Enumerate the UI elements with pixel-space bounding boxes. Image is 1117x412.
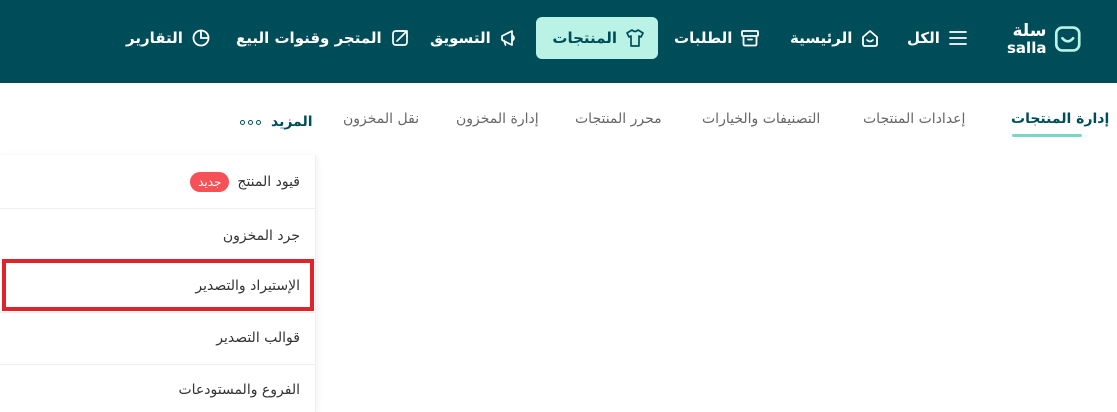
menu-item-branches-warehouses[interactable]: الفروع والمستودعات <box>0 363 316 412</box>
nav-marketing[interactable]: التسويق <box>430 18 520 58</box>
more-dropdown-menu: قيود المنتج جديد جرد المخزون الإستيراد و… <box>0 155 316 412</box>
salla-logo[interactable]: سلة salla <box>1007 17 1082 61</box>
nav-home[interactable]: الرئيسية <box>790 18 881 58</box>
tab-more-label: المزيد <box>271 114 313 130</box>
home-icon <box>862 30 879 47</box>
nav-products-label: المنتجات <box>552 29 617 47</box>
menu-item-inventory-count[interactable]: جرد المخزون <box>0 209 316 263</box>
nav-all-label: الكل <box>907 29 940 47</box>
tab-more[interactable]: المزيد <box>240 111 313 133</box>
nav-store-channels[interactable]: المتجر وقنوات البيع <box>236 18 411 58</box>
pie-chart-icon <box>192 29 210 47</box>
nav-orders-label: الطلبات <box>674 29 733 47</box>
tab-inventory-transfer[interactable]: نقل المخزون <box>343 111 419 137</box>
menu-item-product-restrictions-label: قيود المنتج <box>237 173 300 190</box>
archive-box-icon <box>741 30 760 47</box>
salla-bag-icon <box>1055 26 1082 52</box>
logo-arabic-text: سلة <box>1012 20 1047 41</box>
store-channels-icon <box>391 30 408 46</box>
menu-item-import-export-label: الإستيراد والتصدير <box>195 277 300 294</box>
active-tab-indicator <box>1012 134 1082 137</box>
tshirt-icon <box>626 29 644 47</box>
logo-english-text: salla <box>1007 38 1047 57</box>
menu-item-branches-warehouses-label: الفروع والمستودعات <box>178 382 300 398</box>
menu-item-inventory-count-label: جرد المخزون <box>222 227 300 244</box>
tab-inventory-management[interactable]: إدارة المخزون <box>456 111 539 137</box>
new-badge: جديد <box>190 171 230 192</box>
nav-store-channels-label: المتجر وقنوات البيع <box>236 29 382 47</box>
logo-text: سلة salla <box>1007 20 1047 57</box>
menu-item-export-templates-label: قوالب التصدير <box>216 329 300 346</box>
nav-marketing-label: التسويق <box>430 29 491 47</box>
nav-all[interactable]: الكل <box>907 18 969 58</box>
tab-product-settings[interactable]: إعدادات المنتجات <box>863 111 965 137</box>
menu-icon <box>948 31 967 45</box>
menu-item-import-export[interactable]: الإستيراد والتصدير <box>0 259 316 313</box>
nav-home-label: الرئيسية <box>790 29 853 47</box>
nav-orders[interactable]: الطلبات <box>674 18 761 58</box>
tab-categories-options[interactable]: التصنيفات والخيارات <box>702 111 820 137</box>
menu-item-export-templates[interactable]: قوالب التصدير <box>0 311 316 365</box>
megaphone-icon <box>500 30 515 46</box>
nav-reports[interactable]: التقارير <box>126 18 212 58</box>
menu-item-product-restrictions[interactable]: قيود المنتج جديد <box>0 155 316 209</box>
nav-reports-label: التقارير <box>126 29 183 47</box>
more-dots-icon <box>240 119 261 125</box>
top-navigation-bar: سلة salla الكل الرئيسية الطلبات المنتجات… <box>0 0 1117 83</box>
nav-products[interactable]: المنتجات <box>536 17 658 59</box>
tab-product-editor[interactable]: محرر المنتجات <box>575 111 662 137</box>
